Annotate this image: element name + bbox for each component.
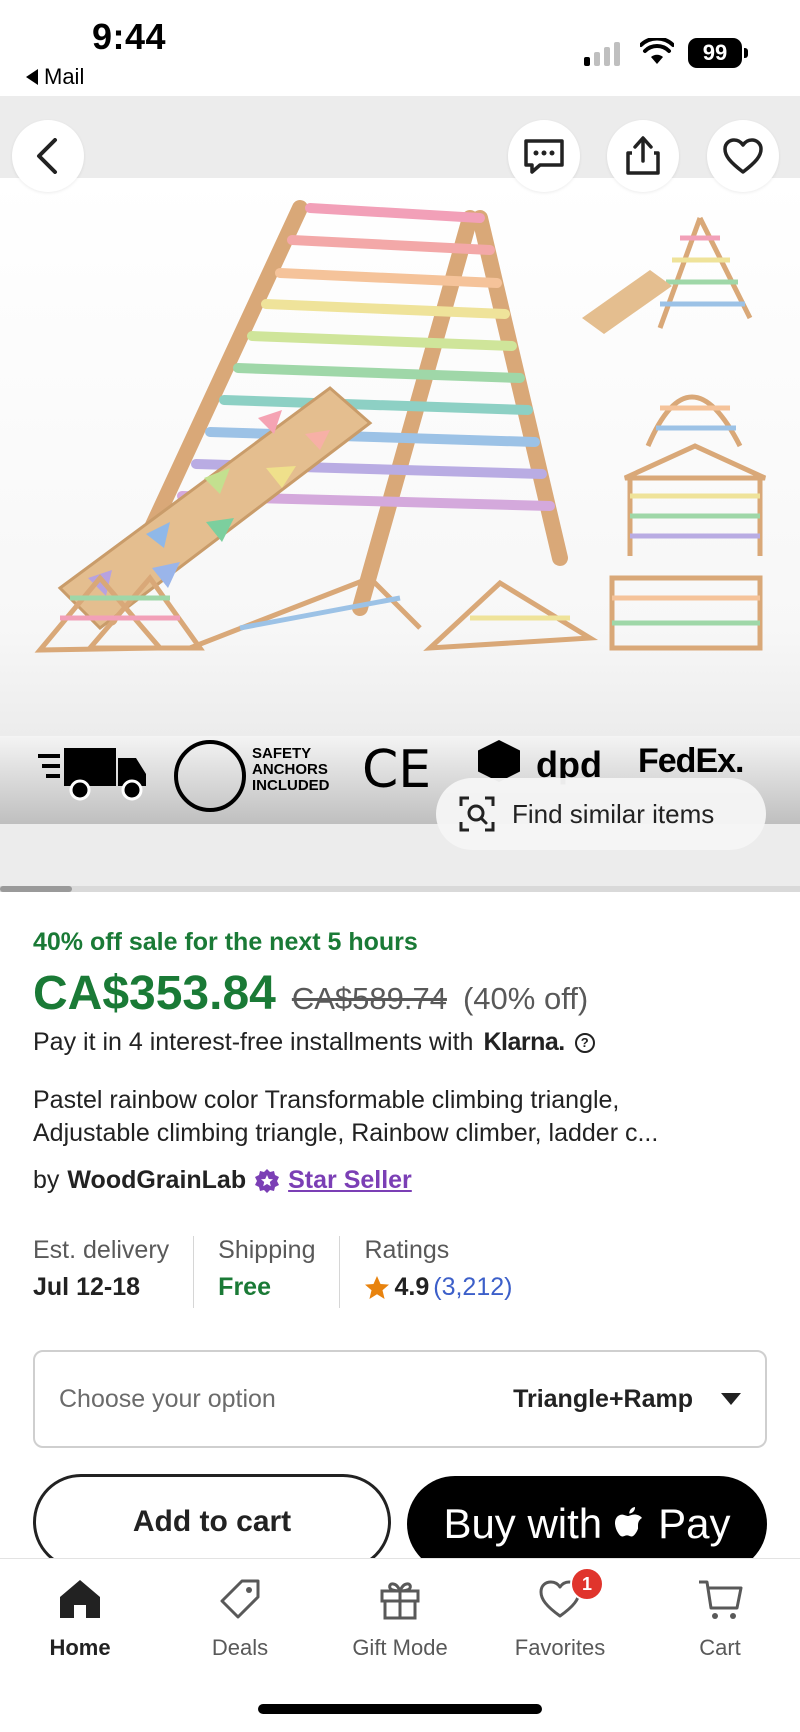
- home-icon: [56, 1575, 104, 1623]
- delivery-label: Est. delivery: [33, 1236, 170, 1264]
- delivery-shipping-ratings: Est. delivery Jul 12-18 Shipping Free Ra…: [33, 1236, 536, 1308]
- status-time: 9:44: [92, 16, 167, 57]
- installments-text: Pay it in 4 interest-free installments w…: [33, 1028, 474, 1056]
- share-button[interactable]: [607, 120, 679, 192]
- message-seller-button[interactable]: [508, 120, 580, 192]
- back-to-mail-link[interactable]: Mail: [26, 64, 84, 90]
- seller-prefix: by: [33, 1166, 60, 1194]
- favorite-button[interactable]: [707, 120, 779, 192]
- ratings-column[interactable]: Ratings 4.9 (3,212): [339, 1236, 536, 1308]
- share-icon: [626, 136, 660, 175]
- discount-percent: (40% off): [462, 981, 589, 1016]
- tab-favorites[interactable]: 1 Favorites: [480, 1567, 640, 1661]
- status-bar: 9:44 Mail 99: [0, 0, 800, 96]
- image-scroll-thumb: [0, 886, 72, 892]
- tab-home-label: Home: [49, 1635, 111, 1660]
- price-row: CA$353.84 CA$589.74 (40% off): [33, 966, 588, 1021]
- tab-deals-label: Deals: [211, 1635, 269, 1660]
- delivery-value: Jul 12-18: [33, 1273, 141, 1301]
- shipping-value: Free: [218, 1273, 271, 1301]
- variant-selected-value: Triangle+Ramp: [513, 1384, 693, 1413]
- rating-count-link[interactable]: (3,212): [433, 1273, 512, 1302]
- delivery-truck-icon: [38, 748, 146, 801]
- ratings-label: Ratings: [364, 1236, 450, 1264]
- safety-anchor-icon: [174, 740, 246, 812]
- chevron-left-icon: [37, 138, 57, 174]
- klarna-logo: Klarna.: [483, 1028, 565, 1056]
- product-image[interactable]: [0, 178, 800, 824]
- star-icon: [365, 1275, 390, 1299]
- dpd-cube-icon: [478, 740, 520, 782]
- battery-indicator: 99: [688, 38, 748, 68]
- variant-select[interactable]: Choose your option Triangle+Ramp: [33, 1350, 767, 1448]
- back-app-label: Mail: [44, 64, 85, 89]
- product-title-line2: Adjustable climbing triangle, Rainbow cl…: [33, 1119, 659, 1147]
- fedex-logo: FedEx.: [638, 742, 744, 780]
- shipping-label: Shipping: [218, 1236, 316, 1264]
- star-seller-link[interactable]: Star Seller: [288, 1166, 412, 1195]
- back-triangle-icon: [26, 69, 38, 85]
- climbing-triangle-illustration: [34, 200, 767, 653]
- tab-gift-mode[interactable]: Gift Mode: [320, 1575, 480, 1661]
- klarna-installments[interactable]: Pay it in 4 interest-free installments w…: [33, 1028, 595, 1057]
- current-price: CA$353.84: [33, 967, 276, 1020]
- rating-value: 4.9: [394, 1273, 430, 1301]
- rating-summary[interactable]: 4.9 (3,212): [364, 1273, 512, 1302]
- cart-icon: [696, 1575, 744, 1623]
- seller-name-link[interactable]: WoodGrainLab: [67, 1166, 246, 1195]
- find-similar-label: Find similar items: [512, 798, 715, 829]
- gift-icon: [376, 1575, 424, 1623]
- visual-search-icon: [459, 796, 495, 832]
- star-seller-badge-icon: [255, 1168, 280, 1193]
- apple-logo-icon: [615, 1507, 643, 1537]
- product-image-carousel[interactable]: SAFETY ANCHORS INCLUDED CE dpd FedEx. Fi…: [0, 96, 800, 890]
- purchase-buttons: Add to cart Buy with Pay: [33, 1474, 767, 1572]
- tab-deals[interactable]: Deals: [160, 1575, 320, 1661]
- caret-down-icon: [721, 1393, 741, 1405]
- wifi-icon: [640, 38, 674, 64]
- chat-bubble-icon: [524, 139, 564, 174]
- original-price: CA$589.74: [291, 981, 447, 1016]
- delivery-column: Est. delivery Jul 12-18: [33, 1236, 193, 1308]
- sale-banner: 40% off sale for the next 5 hours: [33, 928, 418, 956]
- image-scroll-track: [0, 886, 800, 892]
- variant-select-placeholder: Choose your option: [59, 1384, 276, 1413]
- product-title-line1: Pastel rainbow color Transformable climb…: [33, 1086, 620, 1114]
- tab-gift-mode-label: Gift Mode: [352, 1635, 448, 1660]
- help-icon[interactable]: ?: [574, 1032, 595, 1053]
- tab-favorites-label: Favorites: [514, 1635, 606, 1660]
- safety-anchors-text: SAFETY ANCHORS INCLUDED: [252, 745, 330, 794]
- find-similar-button[interactable]: Find similar items: [436, 778, 766, 850]
- heart-icon: 1: [536, 1567, 604, 1623]
- heart-icon: [723, 138, 763, 174]
- ce-mark: CE: [362, 740, 432, 800]
- home-indicator: [258, 1704, 542, 1714]
- pay-label: Pay: [658, 1500, 731, 1547]
- favorites-count-badge: 1: [570, 1567, 604, 1601]
- product-title[interactable]: Pastel rainbow color Transformable climb…: [33, 1084, 773, 1150]
- tab-cart[interactable]: Cart: [640, 1575, 800, 1661]
- back-button[interactable]: [12, 120, 84, 192]
- shipping-column: Shipping Free: [193, 1236, 339, 1308]
- add-to-cart-button[interactable]: Add to cart: [33, 1474, 391, 1570]
- buy-with-label: Buy with: [443, 1500, 603, 1547]
- tab-cart-label: Cart: [699, 1635, 741, 1660]
- cellular-signal-icon: [584, 40, 620, 66]
- seller-row: by WoodGrainLab Star Seller: [33, 1166, 412, 1195]
- tab-home[interactable]: Home: [0, 1575, 160, 1661]
- tag-icon: [216, 1575, 264, 1623]
